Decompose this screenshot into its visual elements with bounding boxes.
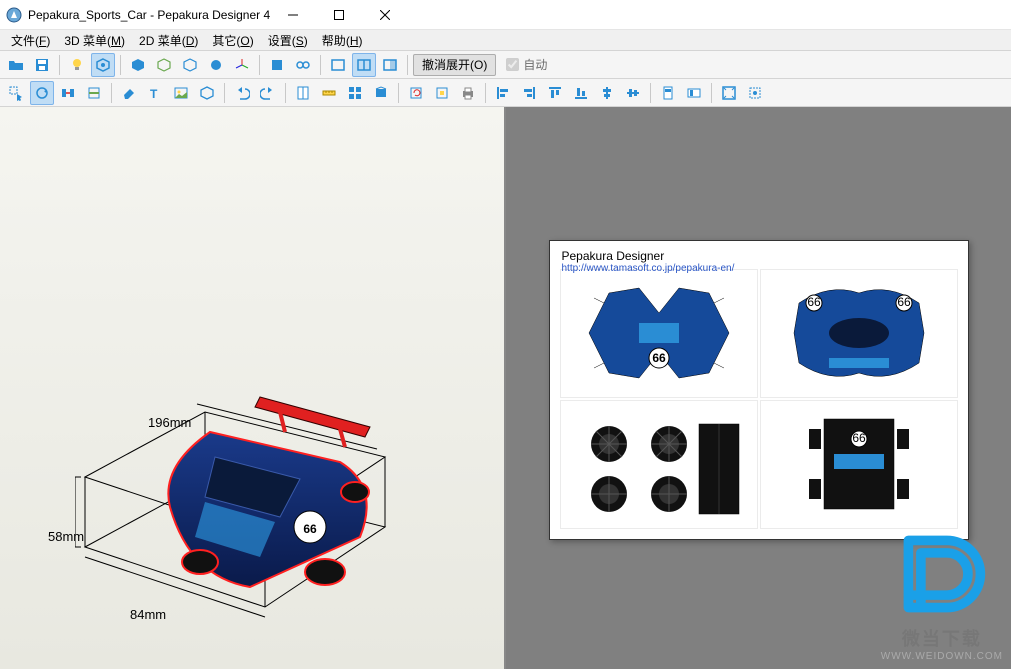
select-rect-icon[interactable] [4,81,28,105]
zoom-icon[interactable] [743,81,767,105]
toolbar-secondary: T [0,79,1011,107]
minimize-button[interactable] [270,0,316,29]
unfold-part-body[interactable]: 66 [560,269,758,398]
3d-view-toggle[interactable] [91,53,115,77]
split-pane-icon[interactable] [352,53,376,77]
align-bottom-icon[interactable] [569,81,593,105]
text-icon[interactable]: T [143,81,167,105]
align-hcenter-icon[interactable] [595,81,619,105]
paint-icon[interactable] [430,81,454,105]
separator [398,83,399,103]
watermark-text: 微当下载 [881,625,1003,651]
separator [650,83,651,103]
menubar: 文件(F) 3D 菜单(M) 2D 菜单(D) 其它(O) 设置(S) 帮助(H… [0,30,1011,51]
align-left-icon[interactable] [491,81,515,105]
separator [711,83,712,103]
save-button[interactable] [30,53,54,77]
separator [285,83,286,103]
svg-text:66: 66 [652,351,666,365]
menu-file[interactable]: 文件(F) [4,30,57,51]
page-landscape-icon[interactable] [682,81,706,105]
grid-icon[interactable] [343,81,367,105]
rotate-icon[interactable] [30,81,54,105]
erase-icon[interactable] [117,81,141,105]
menu-settings[interactable]: 设置(S) [261,30,315,51]
window-title: Pepakura_Sports_Car - Pepakura Designer … [28,8,270,22]
dim-depth-label: 196mm [148,415,191,430]
svg-text:T: T [150,87,158,101]
link-icon[interactable] [291,53,315,77]
svg-text:66: 66 [852,431,866,445]
menu-help[interactable]: 帮助(H) [315,30,370,51]
close-button[interactable] [362,0,408,29]
separator [259,55,260,75]
watermark-logo-icon [894,526,990,622]
auto-label: 自动 [523,56,547,73]
unfold-part-side[interactable]: 66 66 [760,269,958,398]
face-icon[interactable] [265,53,289,77]
box-line-icon[interactable] [178,53,202,77]
separator [407,55,408,75]
watermark-url: WWW.WEIDOWN.COM [881,651,1003,662]
svg-text:66: 66 [303,522,317,536]
unfold-part-wheels[interactable] [560,400,758,529]
toolbar-primary: 撤消展开(O) 自动 [0,51,1011,79]
separator [320,55,321,75]
separator [111,83,112,103]
watermark: 微当下载 WWW.WEIDOWN.COM [881,526,1003,662]
undo-icon[interactable] [230,81,254,105]
separator [485,83,486,103]
menu-3d[interactable]: 3D 菜单(M) [57,30,132,51]
box-solid-icon[interactable] [126,53,150,77]
svg-text:66: 66 [807,295,821,309]
menu-2d[interactable]: 2D 菜单(D) [132,30,205,51]
single-pane-icon[interactable] [326,53,350,77]
credit-name: Pepakura Designer [562,249,665,263]
app-icon [6,7,22,23]
print-icon[interactable] [456,81,480,105]
paper-grid: 66 66 66 [560,269,958,529]
redo-icon[interactable] [256,81,280,105]
2d-viewport[interactable]: Pepakura Designer http://www.tamasoft.co… [506,107,1011,669]
page-portrait-icon[interactable] [656,81,680,105]
3d-viewport[interactable]: 66 196mm 58mm 84mm [0,107,506,669]
sphere-icon[interactable] [204,53,228,77]
auto-checkbox[interactable]: 自动 [506,56,547,73]
box-wire-icon[interactable] [152,53,176,77]
menu-other[interactable]: 其它(O) [205,30,260,51]
window-controls [270,0,408,29]
auto-checkbox-input[interactable] [506,58,519,71]
flap-icon[interactable] [369,81,393,105]
axis-icon[interactable] [230,53,254,77]
fit-icon[interactable] [717,81,741,105]
light-toggle[interactable] [65,53,89,77]
maximize-button[interactable] [316,0,362,29]
separator [224,83,225,103]
join-icon[interactable] [56,81,80,105]
undo-unfold-button[interactable]: 撤消展开(O) [413,54,496,76]
align-right-icon[interactable] [517,81,541,105]
svg-text:66: 66 [897,295,911,309]
workspace: 66 196mm 58mm 84mm Pepakura Designer htt… [0,107,1011,669]
open-button[interactable] [4,53,28,77]
separator [59,55,60,75]
image-icon[interactable] [169,81,193,105]
ruler-icon[interactable] [317,81,341,105]
align-top-icon[interactable] [543,81,567,105]
separator [120,55,121,75]
box-icon[interactable] [195,81,219,105]
unfold-part-chassis[interactable]: 66 [760,400,958,529]
titlebar: Pepakura_Sports_Car - Pepakura Designer … [0,0,1011,30]
dim-width-label: 84mm [130,607,166,622]
align-vcenter-icon[interactable] [621,81,645,105]
cut-icon[interactable] [82,81,106,105]
paper-sheet: Pepakura Designer http://www.tamasoft.co… [549,240,969,540]
rotate-left-icon[interactable] [404,81,428,105]
page-icon[interactable] [291,81,315,105]
dim-height-label: 58mm [48,529,84,544]
right-pane-icon[interactable] [378,53,402,77]
